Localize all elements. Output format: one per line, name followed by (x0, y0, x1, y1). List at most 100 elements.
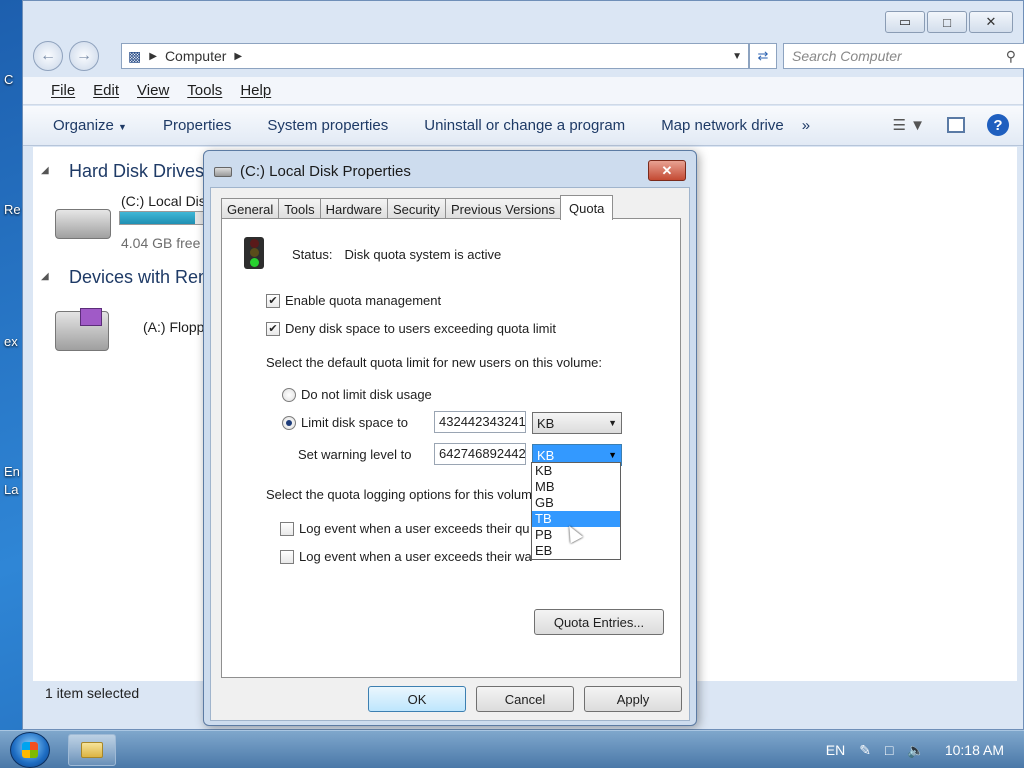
preview-pane-icon[interactable] (947, 117, 965, 133)
forward-button[interactable]: → (69, 41, 99, 71)
tab-tools[interactable]: Tools (278, 198, 321, 220)
chevron-down-icon: ▼ (608, 418, 617, 428)
drive-a[interactable]: (A:) Floppy D (51, 305, 225, 371)
taskbar-explorer-button[interactable] (68, 734, 116, 766)
logging-heading: Select the quota logging options for thi… (266, 487, 532, 502)
change-view-icon[interactable]: ☰ ▼ (893, 116, 925, 134)
limit-to-radio[interactable] (282, 415, 296, 430)
tab-general[interactable]: General (221, 198, 280, 220)
refresh-button[interactable]: ⇄ (749, 43, 777, 69)
dropdown-option[interactable]: GB (532, 495, 620, 511)
uninstall-program-button[interactable]: Uninstall or change a program (406, 117, 643, 134)
dialog-body: General Tools Hardware Security Previous… (210, 187, 690, 721)
search-input[interactable]: Search Computer ⚲ (783, 43, 1024, 69)
group-header-hard-disk[interactable]: Hard Disk Drives ( (69, 161, 215, 182)
breadcrumb-separator-icon: ▶ (149, 50, 157, 62)
minimize-button[interactable]: ▭ (885, 11, 925, 33)
drive-small-icon (214, 166, 232, 177)
limit-value-input[interactable]: 432442343241 (434, 411, 526, 433)
clock[interactable]: 10:18 AM (945, 742, 1004, 758)
collapse-arrow-icon[interactable]: ◢ (41, 271, 49, 282)
deny-space-label[interactable]: Deny disk space to users exceeding quota… (285, 321, 556, 336)
organize-button[interactable]: Organize ▼ (23, 117, 145, 134)
volume-muted-icon[interactable]: 🔈 (907, 742, 924, 759)
deny-space-row[interactable]: ✔ Deny disk space to users exceeding quo… (266, 321, 556, 336)
drive-usage-bar (119, 211, 209, 225)
apply-button[interactable]: Apply (584, 686, 682, 712)
window-controls: ▭ □ ✕ (885, 11, 1013, 33)
tab-hardware[interactable]: Hardware (319, 198, 388, 220)
address-bar[interactable]: ▩ ▶ Computer ▶ ▼ (121, 43, 749, 69)
menu-edit[interactable]: Edit (93, 82, 119, 99)
log-quota-label[interactable]: Log event when a user exceeds their qu (299, 521, 530, 536)
status-row: Status: Disk quota system is active (292, 247, 501, 262)
more-commands-button[interactable]: » (802, 117, 810, 134)
enable-quota-checkbox[interactable]: ✔ (266, 293, 280, 308)
chevron-down-icon: ▼ (118, 122, 127, 132)
limit-to-row[interactable]: Limit disk space to (282, 415, 408, 430)
desktop-icon-label[interactable]: La (4, 482, 18, 497)
limit-unit-select[interactable]: KB ▼ (532, 412, 622, 434)
quota-entries-button[interactable]: Quota Entries... (534, 609, 664, 635)
log-warning-checkbox[interactable] (280, 549, 294, 564)
start-button[interactable] (10, 732, 50, 768)
maximize-icon: □ (943, 14, 951, 30)
back-arrow-icon: ← (40, 47, 56, 64)
tab-previous-versions[interactable]: Previous Versions (444, 198, 561, 220)
action-center-icon[interactable]: ✎ (859, 742, 871, 759)
desktop-icon-label[interactable]: C (4, 72, 13, 87)
dropdown-option[interactable]: KB (532, 463, 620, 479)
dropdown-option[interactable]: MB (532, 479, 620, 495)
collapse-arrow-icon[interactable]: ◢ (41, 165, 49, 176)
breadcrumb-computer[interactable]: Computer (165, 48, 226, 64)
network-icon[interactable]: □ (885, 742, 893, 758)
deny-space-checkbox[interactable]: ✔ (266, 321, 280, 336)
enable-quota-label[interactable]: Enable quota management (285, 293, 441, 308)
tab-security[interactable]: Security (386, 198, 446, 220)
log-warning-row[interactable]: Log event when a user exceeds their wa (280, 549, 532, 564)
desktop-icon-label[interactable]: En (4, 464, 20, 479)
menu-help[interactable]: Help (240, 82, 271, 99)
tab-strip: General Tools Hardware Security Previous… (221, 195, 614, 220)
command-bar: Organize ▼ Properties System properties … (23, 106, 1023, 146)
dropdown-option[interactable]: EB (532, 543, 620, 559)
menu-tools[interactable]: Tools (187, 82, 222, 99)
forward-arrow-icon: → (76, 47, 92, 64)
system-properties-button[interactable]: System properties (249, 117, 406, 134)
group-header-devices[interactable]: Devices with Remo (69, 267, 223, 288)
properties-button[interactable]: Properties (145, 117, 249, 134)
maximize-button[interactable]: □ (927, 11, 967, 33)
address-dropdown-icon[interactable]: ▼ (732, 51, 742, 62)
system-tray: EN ✎ □ 🔈 10:18 AM (826, 731, 1024, 768)
dialog-close-button[interactable]: ✕ (648, 160, 686, 181)
help-icon[interactable]: ? (987, 114, 1009, 136)
limit-to-label[interactable]: Limit disk space to (301, 415, 408, 430)
drive-c[interactable]: (C:) Local Dis 4.04 GB free (51, 191, 211, 257)
status-label: Status: (292, 247, 333, 262)
log-quota-row[interactable]: Log event when a user exceeds their qu (280, 521, 530, 536)
no-limit-row[interactable]: Do not limit disk usage (282, 387, 432, 402)
tab-quota[interactable]: Quota (560, 195, 614, 220)
limit-unit-value: KB (537, 415, 555, 431)
close-button[interactable]: ✕ (969, 11, 1013, 33)
menu-view[interactable]: View (137, 82, 169, 99)
view-controls: ☰ ▼ ? (893, 114, 1009, 136)
desktop-icon-label[interactable]: ex (4, 334, 18, 349)
log-quota-checkbox[interactable] (280, 521, 294, 536)
desktop-icon-label[interactable]: Re (4, 202, 21, 217)
log-warning-label[interactable]: Log event when a user exceeds their wa (299, 549, 532, 564)
computer-icon: ▩ (128, 47, 142, 64)
dialog-title: (C:) Local Disk Properties (240, 163, 411, 180)
map-network-drive-button[interactable]: Map network drive (643, 117, 802, 134)
warning-value-input[interactable]: 642746892442 (434, 443, 526, 465)
no-limit-radio[interactable] (282, 387, 296, 402)
no-limit-label[interactable]: Do not limit disk usage (301, 387, 432, 402)
cancel-button[interactable]: Cancel (476, 686, 574, 712)
enable-quota-row[interactable]: ✔ Enable quota management (266, 293, 441, 308)
back-button[interactable]: ← (33, 41, 63, 71)
refresh-icon: ⇄ (757, 48, 769, 63)
language-indicator[interactable]: EN (826, 742, 845, 758)
search-icon: ⚲ (1005, 47, 1016, 64)
ok-button[interactable]: OK (368, 686, 466, 712)
menu-file[interactable]: File (51, 82, 75, 99)
